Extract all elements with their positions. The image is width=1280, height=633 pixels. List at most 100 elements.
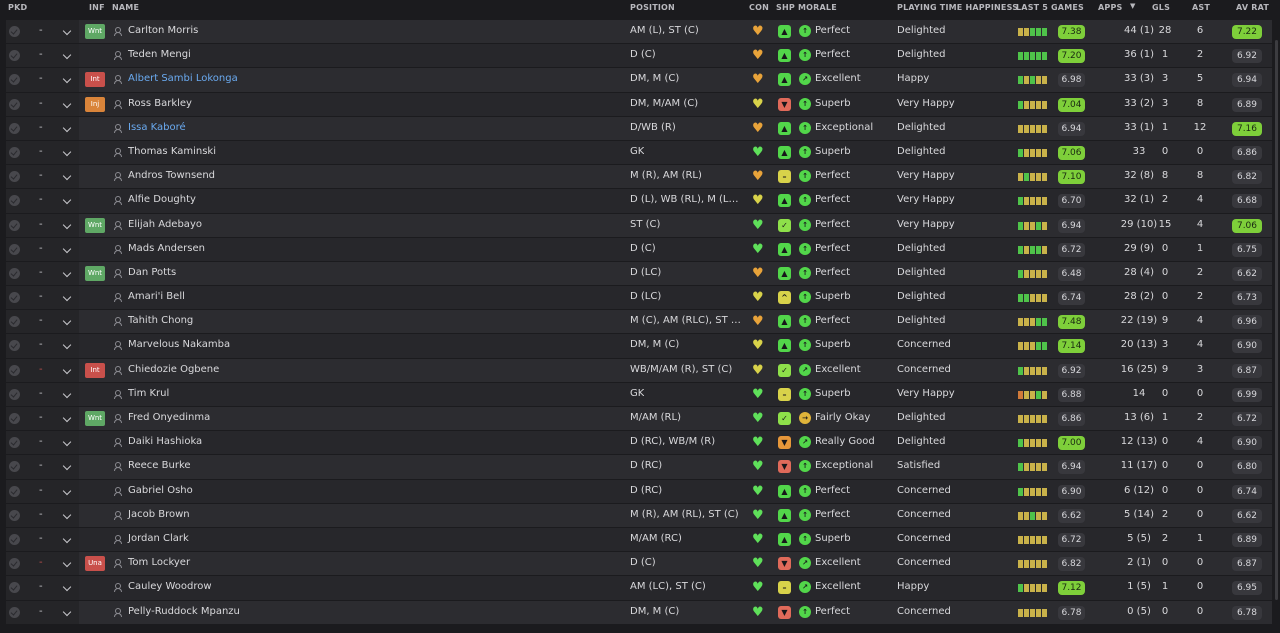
- table-row[interactable]: - Pelly-Ruddock Mpanzu DM, M (C) ♥ ▼ ↑ P…: [6, 600, 1274, 625]
- pick-selection[interactable]: -: [39, 364, 43, 375]
- pick-selection[interactable]: -: [39, 219, 43, 230]
- table-row[interactable]: - Wnt Elijah Adebayo ST (C) ♥ ✓ ↑ Perfec…: [6, 213, 1274, 238]
- pick-selection[interactable]: -: [39, 315, 43, 326]
- player-name[interactable]: Issa Kaboré: [128, 122, 186, 133]
- table-row[interactable]: - Jacob Brown M (R), AM (RL), ST (C) ♥ ▲…: [6, 503, 1274, 528]
- table-row[interactable]: - Marvelous Nakamba DM, M (C) ♥ ▲ ↑ Supe…: [6, 334, 1274, 359]
- header-name[interactable]: NAME: [112, 3, 139, 12]
- header-ast[interactable]: AST: [1192, 3, 1210, 12]
- player-name[interactable]: Thomas Kaminski: [128, 146, 216, 157]
- header-position[interactable]: POSITION: [630, 3, 675, 12]
- header-shp[interactable]: SHP: [776, 3, 795, 12]
- pick-checkbox[interactable]: [9, 606, 20, 618]
- player-name[interactable]: Daiki Hashioka: [128, 436, 202, 447]
- pick-checkbox[interactable]: [9, 292, 20, 304]
- header-playing-time-happiness[interactable]: PLAYING TIME HAPPINESS: [897, 3, 1018, 12]
- pick-selection[interactable]: -: [39, 557, 43, 568]
- pick-selection[interactable]: -: [39, 533, 43, 544]
- pick-selection[interactable]: -: [39, 509, 43, 520]
- pick-selection[interactable]: -: [39, 460, 43, 471]
- player-name[interactable]: Tahith Chong: [128, 315, 193, 326]
- scrollbar-thumb[interactable]: [1275, 40, 1278, 600]
- pick-checkbox[interactable]: [9, 122, 20, 134]
- table-row[interactable]: - Wnt Dan Potts D (LC) ♥ ▲ ↑ Perfect Del…: [6, 261, 1274, 287]
- player-name[interactable]: Chiedozie Ogbene: [128, 364, 219, 375]
- player-name[interactable]: Carlton Morris: [128, 25, 198, 36]
- pick-selection[interactable]: -: [39, 243, 43, 254]
- player-name[interactable]: Elijah Adebayo: [128, 219, 202, 230]
- sort-descending-icon[interactable]: ▼: [1130, 2, 1136, 10]
- pick-selection[interactable]: -: [39, 122, 43, 133]
- player-name[interactable]: Marvelous Nakamba: [128, 339, 230, 350]
- pick-selection[interactable]: -: [39, 49, 43, 60]
- player-name[interactable]: Tim Krul: [128, 388, 169, 399]
- pick-checkbox[interactable]: [9, 485, 20, 497]
- table-row[interactable]: - Cauley Woodrow AM (LC), ST (C) ♥ – ↗ E…: [6, 576, 1274, 601]
- player-name[interactable]: Tom Lockyer: [128, 557, 190, 568]
- pick-selection[interactable]: -: [39, 388, 43, 399]
- player-name[interactable]: Gabriel Osho: [128, 485, 193, 496]
- table-row[interactable]: - Thomas Kaminski GK ♥ ▲ ↑ Superb Deligh…: [6, 140, 1274, 166]
- pick-selection[interactable]: -: [39, 267, 43, 278]
- pick-selection[interactable]: -: [39, 98, 43, 109]
- player-name[interactable]: Cauley Woodrow: [128, 581, 212, 592]
- player-name[interactable]: Albert Sambi Lokonga: [128, 73, 238, 84]
- table-row[interactable]: - Reece Burke D (RC) ♥ ▼ ↑ Exceptional S…: [6, 455, 1274, 480]
- pick-checkbox[interactable]: [9, 509, 20, 521]
- table-row[interactable]: - Int Albert Sambi Lokonga DM, M (C) ♥ ▲…: [6, 68, 1274, 93]
- player-name[interactable]: Mads Andersen: [128, 243, 205, 254]
- pick-checkbox[interactable]: [9, 243, 20, 255]
- header-last-5-games[interactable]: LAST 5 GAMES: [1016, 3, 1084, 12]
- table-row[interactable]: - Amari'i Bell D (LC) ♥ ^ ↑ Superb Delig…: [6, 286, 1274, 311]
- pick-selection[interactable]: -: [39, 581, 43, 592]
- pick-selection[interactable]: -: [39, 436, 43, 447]
- table-row[interactable]: - Tahith Chong M (C), AM (RLC), ST (C) ♥…: [6, 310, 1274, 335]
- player-name[interactable]: Amari'i Bell: [128, 291, 185, 302]
- header-con[interactable]: CON: [749, 3, 769, 12]
- table-row[interactable]: - Issa Kaboré D/WB (R) ♥ ▲ ↑ Exceptional…: [6, 116, 1274, 141]
- player-name[interactable]: Jacob Brown: [128, 509, 190, 520]
- table-row[interactable]: - Wnt Fred Onyedinma M/AM (RL) ♥ ✓ → Fai…: [6, 407, 1274, 432]
- header-av-rat[interactable]: AV RAT: [1236, 3, 1269, 12]
- pick-checkbox[interactable]: [9, 219, 20, 231]
- pick-selection[interactable]: -: [39, 339, 43, 350]
- pick-selection[interactable]: -: [39, 170, 43, 181]
- table-row[interactable]: - Tim Krul GK ♥ – ↑ Superb Very Happy 6.…: [6, 382, 1274, 407]
- table-row[interactable]: - Teden Mengi D (C) ♥ ▲ ↑ Perfect Deligh…: [6, 44, 1274, 69]
- table-row[interactable]: - Alfie Doughty D (L), WB (RL), M (L),..…: [6, 189, 1274, 214]
- player-name[interactable]: Alfie Doughty: [128, 194, 196, 205]
- header-morale[interactable]: MORALE: [798, 3, 837, 12]
- player-name[interactable]: Pelly-Ruddock Mpanzu: [128, 606, 240, 617]
- table-row[interactable]: - Jordan Clark M/AM (RC) ♥ ▲ ↑ Superb Co…: [6, 527, 1274, 553]
- table-row[interactable]: - Una Tom Lockyer D (C) ♥ ▼ ↗ Excellent …: [6, 552, 1274, 577]
- pick-selection[interactable]: -: [39, 73, 43, 84]
- pick-selection[interactable]: -: [39, 146, 43, 157]
- header-apps[interactable]: APPS: [1098, 3, 1122, 12]
- pick-checkbox[interactable]: [9, 413, 20, 424]
- player-name[interactable]: Dan Potts: [128, 267, 176, 278]
- player-name[interactable]: Andros Townsend: [128, 170, 215, 181]
- player-name[interactable]: Ross Barkley: [128, 98, 192, 109]
- player-name[interactable]: Teden Mengi: [128, 49, 191, 60]
- pick-selection[interactable]: -: [39, 606, 43, 617]
- table-row[interactable]: - Inj Ross Barkley DM, M/AM (C) ♥ ▼ ↑ Su…: [6, 92, 1274, 117]
- player-name[interactable]: Reece Burke: [128, 460, 191, 471]
- table-row[interactable]: - Mads Andersen D (C) ♥ ▲ ↑ Perfect Deli…: [6, 237, 1274, 262]
- pick-checkbox[interactable]: [9, 267, 20, 279]
- pick-checkbox[interactable]: [9, 533, 20, 545]
- pick-checkbox[interactable]: [9, 364, 20, 376]
- pick-selection[interactable]: -: [39, 485, 43, 496]
- pick-checkbox[interactable]: [9, 98, 20, 110]
- pick-selection[interactable]: -: [39, 194, 43, 205]
- pick-selection[interactable]: -: [39, 25, 43, 36]
- header-gls[interactable]: GLS: [1152, 3, 1170, 12]
- pick-selection[interactable]: -: [39, 412, 43, 423]
- table-row[interactable]: - Gabriel Osho D (RC) ♥ ▲ ↑ Perfect Conc…: [6, 479, 1274, 504]
- pick-selection[interactable]: -: [39, 291, 43, 302]
- pick-checkbox[interactable]: [9, 146, 20, 158]
- table-row[interactable]: - Int Chiedozie Ogbene WB/M/AM (R), ST (…: [6, 358, 1274, 383]
- pick-checkbox[interactable]: [9, 388, 20, 400]
- header-inf[interactable]: INF: [89, 3, 105, 12]
- player-name[interactable]: Fred Onyedinma: [128, 412, 210, 423]
- pick-checkbox[interactable]: [9, 26, 20, 37]
